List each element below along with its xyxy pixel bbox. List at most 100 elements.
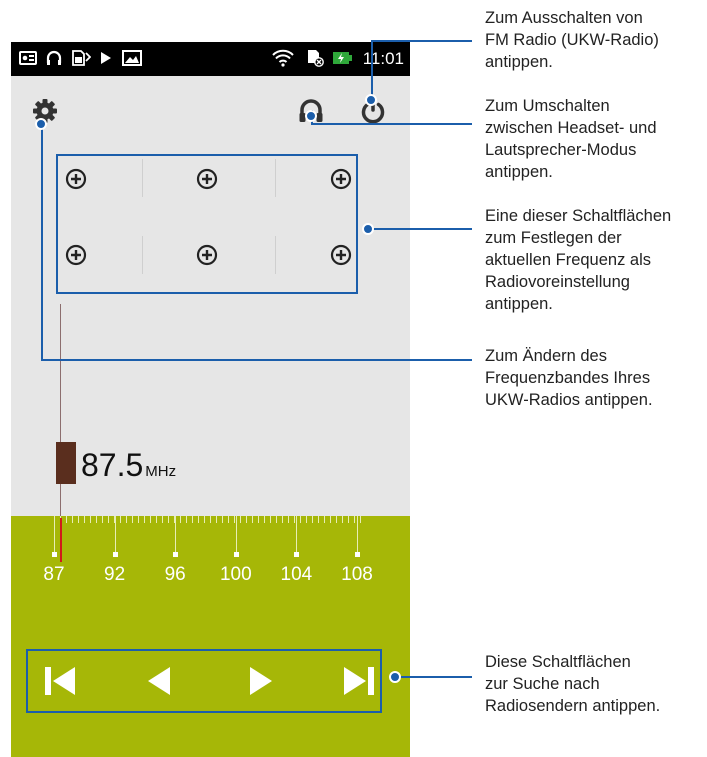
scale-minor-tick xyxy=(354,516,355,523)
frequency-display: 87.5 MHz xyxy=(81,445,176,492)
frequency-value: 87.5 xyxy=(81,447,144,483)
seek-controls xyxy=(26,649,382,713)
scale-label: 92 xyxy=(104,564,126,585)
add-circle-icon xyxy=(330,244,352,266)
callout-line-band xyxy=(41,125,43,361)
sd-card-icon xyxy=(306,49,324,69)
scale-label: 108 xyxy=(341,564,373,585)
scale-minor-tick xyxy=(162,516,163,523)
add-circle-icon xyxy=(196,168,218,190)
tuning-needle-indicator xyxy=(60,518,62,562)
image-icon xyxy=(122,49,142,69)
scale-minor-tick xyxy=(126,516,127,523)
preset-slot-1[interactable] xyxy=(65,168,87,190)
scale-minor-tick xyxy=(90,516,91,523)
radio-icon xyxy=(19,49,37,69)
scale-minor-tick xyxy=(360,516,361,523)
scale-major-tick xyxy=(114,516,116,554)
scale-label: 104 xyxy=(280,564,313,585)
status-time: 11:01 xyxy=(362,49,404,68)
preset-divider xyxy=(142,236,143,274)
scale-minor-tick xyxy=(306,516,307,523)
seek-forward-button[interactable] xyxy=(247,665,275,702)
scale-minor-tick xyxy=(96,516,97,523)
add-circle-icon xyxy=(330,168,352,190)
callout-search-text: Diese Schaltflächen zur Suche nach Radio… xyxy=(485,653,661,715)
sim-icon xyxy=(71,49,92,69)
scale-minor-tick xyxy=(102,516,103,523)
scale-major-marker xyxy=(233,552,239,557)
scale-minor-tick xyxy=(72,516,73,523)
preset-slot-6[interactable] xyxy=(330,244,352,266)
scale-major-marker xyxy=(52,552,57,557)
scale-minor-tick xyxy=(264,516,265,523)
add-circle-icon xyxy=(65,168,87,190)
scale-minor-tick xyxy=(240,516,241,523)
scale-major-marker xyxy=(294,552,300,557)
preset-divider xyxy=(142,159,143,197)
scale-minor-tick xyxy=(318,516,319,523)
callout-dot-headset xyxy=(305,110,317,122)
callout-dot-presets xyxy=(362,223,374,235)
scale-minor-tick xyxy=(150,516,151,523)
scale-minor-tick xyxy=(144,516,145,523)
callout-line-power xyxy=(371,40,373,98)
callout-power-text: Zum Ausschalten von FM Radio (UKW-Radio)… xyxy=(485,9,659,71)
skip-previous-button[interactable] xyxy=(43,665,77,702)
frequency-unit: MHz xyxy=(145,463,177,480)
scale-minor-tick xyxy=(252,516,253,523)
scale-label: 87 xyxy=(43,564,65,585)
callout-dot-search xyxy=(389,671,401,683)
tuner-panel: 87 92 96 100 104 108 xyxy=(11,516,410,757)
skip-next-icon xyxy=(344,667,374,695)
scale-major-marker xyxy=(173,552,179,557)
scale-minor-tick xyxy=(336,516,337,523)
scale-minor-tick xyxy=(288,516,289,523)
scale-minor-tick xyxy=(324,516,325,523)
scale-minor-tick xyxy=(348,516,349,523)
scale-minor-tick xyxy=(228,516,229,523)
scale-minor-tick xyxy=(180,516,181,523)
scale-minor-tick xyxy=(258,516,259,523)
scale-minor-tick xyxy=(300,516,301,523)
scale-minor-tick xyxy=(222,516,223,523)
scale-minor-tick xyxy=(342,516,343,523)
scale-minor-tick xyxy=(168,516,169,523)
scale-minor-tick xyxy=(132,516,133,523)
preset-slot-3[interactable] xyxy=(330,168,352,190)
scale-major-marker xyxy=(112,552,118,557)
scale-minor-tick xyxy=(138,516,139,523)
skip-previous-icon xyxy=(45,667,75,695)
skip-next-button[interactable] xyxy=(342,665,376,702)
play-icon xyxy=(99,49,113,69)
scale-major-tick xyxy=(175,516,177,554)
callout-line-search xyxy=(398,676,472,678)
scale-minor-tick xyxy=(108,516,109,523)
callout-presets-text: Eine dieser Schaltflächen zum Festlegen … xyxy=(485,207,672,313)
scale-minor-tick xyxy=(270,516,271,523)
scale-minor-tick xyxy=(66,516,67,523)
callout-headset-text: Zum Umschalten zwischen Headset- und Lau… xyxy=(485,97,657,181)
seek-back-button[interactable] xyxy=(145,665,173,702)
callout-dot-band xyxy=(35,118,47,130)
seek-forward-icon xyxy=(250,667,272,695)
scale-major-tick xyxy=(54,516,55,554)
preset-divider xyxy=(275,159,276,197)
callout-line-power xyxy=(371,40,472,42)
status-bar: 11:01 xyxy=(11,42,410,76)
scale-minor-tick xyxy=(156,516,157,523)
scale-minor-tick xyxy=(198,516,199,523)
scale-minor-tick xyxy=(204,516,205,523)
scale-minor-tick xyxy=(282,516,283,523)
scale-minor-tick xyxy=(312,516,313,523)
seek-back-icon xyxy=(148,667,170,695)
scale-minor-tick xyxy=(120,516,121,523)
scale-major-tick xyxy=(235,516,237,554)
scale-minor-tick xyxy=(330,516,331,523)
preset-slot-4[interactable] xyxy=(65,244,87,266)
add-circle-icon xyxy=(65,244,87,266)
preset-slot-5[interactable] xyxy=(196,244,218,266)
preset-slot-2[interactable] xyxy=(196,168,218,190)
battery-charging-icon xyxy=(332,49,354,69)
wifi-icon xyxy=(272,49,294,69)
